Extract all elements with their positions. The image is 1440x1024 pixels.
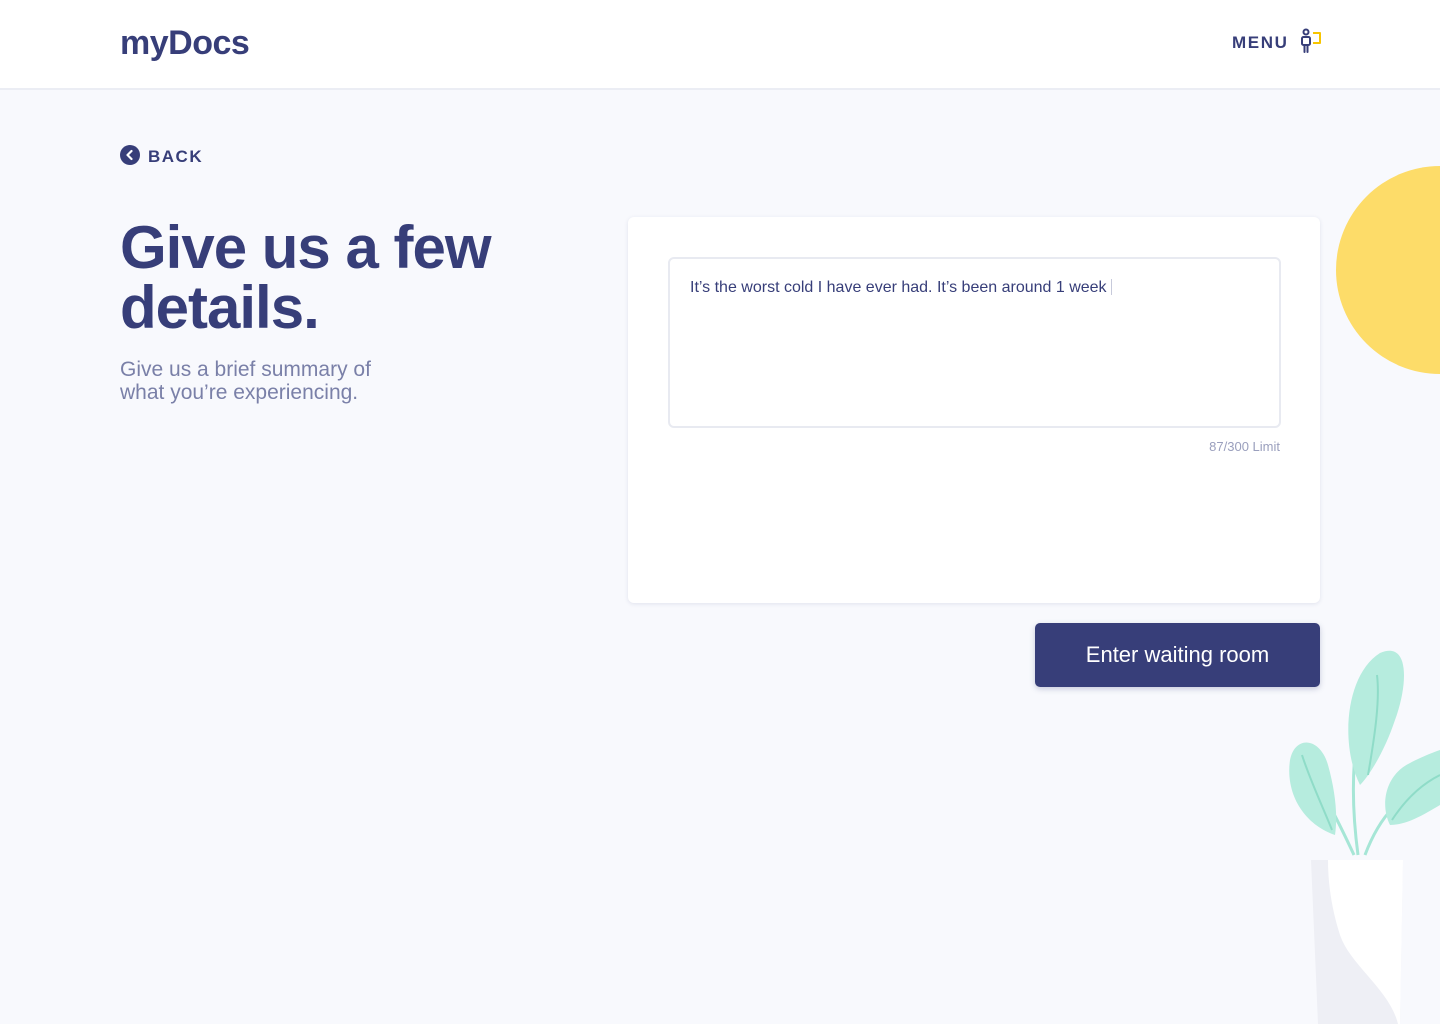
page-subtitle: Give us a brief summary of what you’re e… (120, 358, 371, 404)
top-header: myDocs MENU (0, 0, 1440, 90)
chevron-left-icon (120, 144, 140, 170)
back-button[interactable]: BACK (120, 144, 204, 170)
summary-text: It’s the worst cold I have ever had. It’… (690, 279, 1107, 296)
character-limit-counter: 87/300 Limit (1209, 439, 1280, 454)
menu-button[interactable]: MENU (1232, 28, 1324, 58)
page-title: Give us a few details. (120, 214, 492, 341)
mydocs-logo[interactable]: myDocs (120, 24, 250, 63)
text-caret (1110, 279, 1112, 295)
details-card: It’s the worst cold I have ever had. It’… (628, 217, 1320, 603)
menu-label: MENU (1232, 33, 1289, 52)
plant-illustration (1289, 650, 1440, 1024)
back-label: BACK (148, 147, 204, 166)
summary-textarea[interactable]: It’s the worst cold I have ever had. It’… (668, 257, 1281, 428)
sun-decoration (1336, 166, 1440, 374)
enter-waiting-room-button[interactable]: Enter waiting room (1035, 623, 1320, 687)
menu-person-icon (1298, 27, 1324, 60)
